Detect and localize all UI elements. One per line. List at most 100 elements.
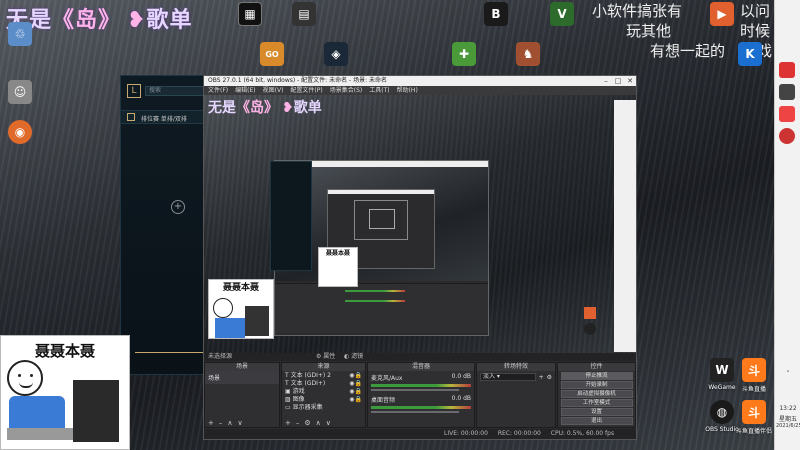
chat-line-1b: 以问 — [740, 2, 771, 20]
nested-obs-4 — [369, 209, 395, 229]
menu-file[interactable]: 文件(F) — [208, 86, 228, 95]
mixer-channel-mic: 麦克风/Aux 0.0 dB — [371, 373, 471, 382]
desktop-volume-slider[interactable] — [371, 411, 459, 413]
clock-time[interactable]: 13:22 — [776, 405, 800, 412]
obs-menubar: 文件(F) 编辑(E) 视图(V) 配置文件(P) 场景集合(S) 工具(T) … — [204, 86, 636, 95]
desktop-icon-douyu-companion[interactable]: 斗 斗鱼直播伴侣 — [732, 400, 776, 435]
properties-button[interactable]: ⚙ 属性 — [316, 353, 335, 361]
remove-scene-icon[interactable]: – — [219, 419, 223, 427]
desktop-icon-top-1[interactable]: ▦ — [228, 2, 272, 28]
filters-button[interactable]: ◐ 滤镜 — [344, 353, 363, 361]
league-logo-icon: L — [127, 84, 141, 98]
source-down-icon[interactable]: ∨ — [326, 419, 331, 427]
scene-item[interactable]: 场景 — [205, 371, 279, 384]
settings-button[interactable]: 设置 — [560, 408, 633, 416]
desktop-meter — [371, 406, 471, 409]
visibility-icon-2[interactable]: ◉🔒 — [349, 380, 362, 388]
corner-sticker: 聂聂本聂 — [0, 335, 130, 450]
desktop-icon-user[interactable]: ☺ — [0, 80, 42, 106]
taskbar-app-4[interactable] — [779, 128, 795, 144]
source-item-text2[interactable]: T 文本 (GDI+) 2 ◉🔒 — [285, 372, 362, 380]
sticker-caption: 聂聂本聂 — [34, 342, 95, 360]
add-source-icon[interactable]: + — [285, 419, 291, 427]
desktop-icon-tencent[interactable]: ▶ — [700, 2, 744, 28]
stop-streaming-button[interactable]: 停止推流 — [560, 372, 633, 380]
origin-icon: ◉ — [8, 120, 32, 144]
user-icon: ☺ — [8, 80, 32, 104]
minimize-icon[interactable]: – — [600, 76, 612, 86]
transition-settings-icon[interactable]: ⚙ — [547, 374, 552, 381]
visibility-icon-3[interactable]: ◉🔒 — [349, 388, 362, 396]
menu-help[interactable]: 帮助(H) — [397, 86, 418, 95]
obs-icon: ◍ — [710, 400, 734, 424]
menu-view[interactable]: 视图(V) — [263, 86, 284, 95]
source-up-icon[interactable]: ∧ — [316, 419, 321, 427]
sources-toolbar: + – ⚙ ∧ ∨ — [282, 417, 334, 429]
preview-sticker: 聂聂本聂 — [208, 279, 274, 339]
taskbar-app-3[interactable] — [779, 106, 795, 122]
mixer-channel-desktop: 桌面音频 0.0 dB — [371, 395, 471, 404]
obs-preview[interactable]: 无是《岛》 ❥歌单 聂聂本聂 聂聂本聂 — [204, 95, 636, 353]
desktop-icon-vscode[interactable]: V — [540, 2, 584, 28]
obs-status-bar: LIVE: 00:00:00 REC: 00:00:00 CPU: 0.5%, … — [204, 429, 636, 439]
desktop-icon-gogo[interactable]: GO — [250, 42, 294, 68]
source-item-game[interactable]: ▣ 游戏 ◉🔒 — [285, 388, 362, 396]
desktop-icon-app3[interactable]: ✚ — [442, 42, 486, 68]
mic-volume-slider[interactable] — [371, 389, 459, 391]
lol-icon: ◈ — [324, 42, 348, 66]
source-item-image[interactable]: ▨ 图像 ◉🔒 — [285, 396, 362, 404]
move-down-icon[interactable]: ∨ — [238, 419, 243, 427]
move-up-icon[interactable]: ∧ — [227, 419, 232, 427]
add-scene-icon[interactable]: + — [208, 419, 214, 427]
maximize-icon[interactable]: □ — [612, 76, 624, 86]
studio-mode-button[interactable]: 工作室模式 — [560, 399, 633, 407]
desktop-icon-game[interactable]: ♞ — [506, 42, 550, 68]
taskbar-app-1[interactable] — [779, 62, 795, 78]
desktop-icon-origin[interactable]: ◉ — [0, 120, 42, 146]
overlay-title-song: 歌单 — [146, 8, 193, 33]
scenes-header: 场景 — [205, 363, 279, 371]
start-recording-button[interactable]: 开始录制 — [560, 381, 633, 389]
desktop-icon-douyu[interactable]: 斗 斗鱼直播 — [732, 358, 776, 393]
source-item-display[interactable]: ▭ 显示器采集 — [285, 404, 362, 412]
visibility-icon[interactable]: ◉🔒 — [349, 372, 362, 380]
mixer-panel: 混音器 麦克风/Aux 0.0 dB 桌面音频 0.0 dB — [367, 362, 475, 428]
virtual-camera-button[interactable]: 启动虚拟摄像机 — [560, 390, 633, 398]
source-item-text[interactable]: T 文本 (GDI+) ◉🔒 — [285, 380, 362, 388]
desktop-icon-top-2[interactable]: ▤ — [282, 2, 326, 28]
taskbar-app-2[interactable] — [779, 84, 795, 100]
rec-status: REC: 00:00:00 — [497, 430, 541, 437]
scenes-toolbar: + – ∧ ∨ — [205, 417, 246, 429]
preview-sticker-small: 聂聂本聂 — [318, 247, 358, 287]
preview-overlay-title: 无是《岛》 ❥歌单 — [208, 100, 322, 116]
nested-docks-1 — [275, 283, 488, 333]
tray-icons[interactable]: ˄ — [776, 370, 800, 378]
close-icon[interactable]: ✕ — [624, 76, 636, 86]
clock-date: 2021/6/25 — [776, 423, 800, 429]
transition-select[interactable]: 淡入 ▾ — [480, 373, 536, 381]
menu-scene-collection[interactable]: 场景集合(S) — [330, 86, 363, 95]
desktop-icon-recycle[interactable]: ♲ — [0, 22, 42, 48]
menu-edit[interactable]: 编辑(E) — [235, 86, 255, 95]
nested-titlebar-2 — [328, 190, 434, 194]
exit-button[interactable]: 退出 — [560, 417, 633, 425]
crosshair-icon: + — [171, 200, 185, 214]
app-icon: ▦ — [238, 2, 262, 26]
transition-add-icon[interactable]: + — [539, 374, 544, 381]
lol-mode-label: 排位赛 单排/双排 — [141, 116, 187, 123]
visibility-icon-4[interactable]: ◉🔒 — [349, 396, 362, 404]
desktop-icon-league[interactable]: B — [474, 2, 518, 28]
remove-source-icon[interactable]: – — [296, 419, 300, 427]
douyu2-label: 斗鱼直播伴侣 — [735, 428, 772, 435]
menu-profile[interactable]: 配置文件(P) — [290, 86, 322, 95]
douyu2-icon: 斗 — [742, 400, 766, 424]
douyu-icon: 斗 — [742, 358, 766, 382]
desktop-icon-kugou[interactable]: K — [728, 42, 772, 68]
desktop-icon-lol[interactable]: ◈ — [314, 42, 358, 68]
nested-lol-window — [270, 161, 312, 271]
cpu-status: CPU: 0.5%, 60.00 fps — [550, 430, 615, 437]
tencent-icon: ▶ — [710, 2, 734, 26]
source-settings-icon[interactable]: ⚙ — [304, 419, 310, 427]
menu-tools[interactable]: 工具(T) — [369, 86, 389, 95]
mic-meter — [371, 384, 471, 387]
